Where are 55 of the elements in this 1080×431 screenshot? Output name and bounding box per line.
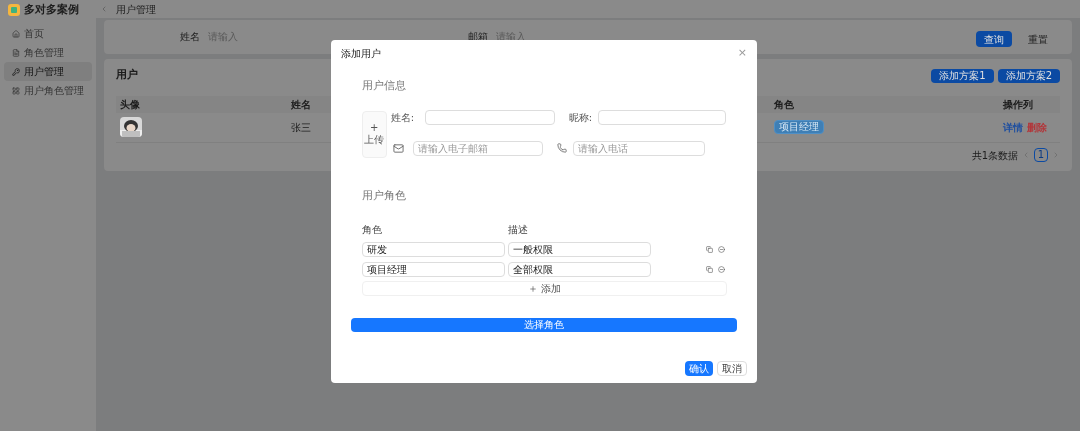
name-field[interactable] xyxy=(424,109,555,125)
field-label: 姓名 xyxy=(180,30,200,44)
column-header: 角色 xyxy=(774,97,794,112)
sidebar-item[interactable]: 角色管理 xyxy=(4,43,92,62)
cancel-button[interactable]: 取消 xyxy=(717,361,747,376)
breadcrumb: 用户管理 xyxy=(116,2,156,17)
section-title: 用户角色 xyxy=(362,187,407,204)
table-cell-text: 张三 xyxy=(291,120,311,135)
column-header: 操作列 xyxy=(1003,97,1033,112)
choose-role-button[interactable]: 选择角色 xyxy=(351,318,737,332)
nav-icon xyxy=(12,29,20,38)
app-title: 多对多案例 xyxy=(24,1,79,18)
description-field[interactable]: 全部权限 xyxy=(508,262,651,277)
email-field[interactable]: 请输入电子邮箱 xyxy=(412,140,543,156)
mail-icon xyxy=(392,142,404,154)
reset-button[interactable]: 重置 xyxy=(1020,31,1056,47)
add-button[interactable]: 添加方案2 xyxy=(997,69,1060,84)
add-button[interactable]: 添加方案1 xyxy=(931,69,994,84)
upload-button[interactable]: + 上传 xyxy=(362,110,387,158)
total-count: 共1条数据 xyxy=(971,148,1018,163)
page-button[interactable]: 1 xyxy=(1034,148,1048,162)
next-page-icon[interactable] xyxy=(1052,151,1060,159)
prev-page-icon[interactable] xyxy=(1022,151,1030,159)
collapse-icon[interactable] xyxy=(100,5,108,13)
role-field[interactable]: 研发 xyxy=(362,242,505,257)
copy-icon[interactable] xyxy=(706,266,713,273)
copy-icon[interactable] xyxy=(706,246,713,253)
column-header: 角色 xyxy=(362,223,382,237)
role-field[interactable]: 项目经理 xyxy=(362,262,505,277)
nickname-field[interactable] xyxy=(598,109,726,125)
nav-icon xyxy=(12,86,20,95)
plus-icon xyxy=(528,284,537,293)
sidebar-item[interactable]: 用户角色管理 xyxy=(4,81,92,100)
close-button[interactable]: × xyxy=(737,44,747,62)
nav-icon xyxy=(12,48,20,57)
sidebar-item[interactable]: 首页 xyxy=(4,24,92,43)
phone-icon xyxy=(556,143,567,153)
add-role-button[interactable]: 添加 xyxy=(362,281,727,296)
card-title: 用户 xyxy=(116,67,138,83)
logo-icon xyxy=(8,4,20,16)
role-tag: 项目经理 xyxy=(774,120,824,134)
confirm-button[interactable]: 确认 xyxy=(685,361,713,376)
field-label: 昵称: xyxy=(568,110,592,125)
section-title: 用户信息 xyxy=(362,78,407,94)
search-button[interactable]: 查询 xyxy=(976,31,1012,47)
dialog-title: 添加用户 xyxy=(341,46,381,61)
remove-icon[interactable] xyxy=(718,266,725,273)
remove-icon[interactable] xyxy=(718,246,725,253)
nav-icon xyxy=(12,67,20,76)
sidebar-item[interactable]: 用户管理 xyxy=(4,62,92,81)
phone-field[interactable]: 请输入电话 xyxy=(572,140,705,156)
column-header: 头像 xyxy=(120,97,140,112)
column-header: 描述 xyxy=(508,223,528,237)
column-header: 姓名 xyxy=(291,97,311,112)
description-field[interactable]: 一般权限 xyxy=(508,242,651,257)
